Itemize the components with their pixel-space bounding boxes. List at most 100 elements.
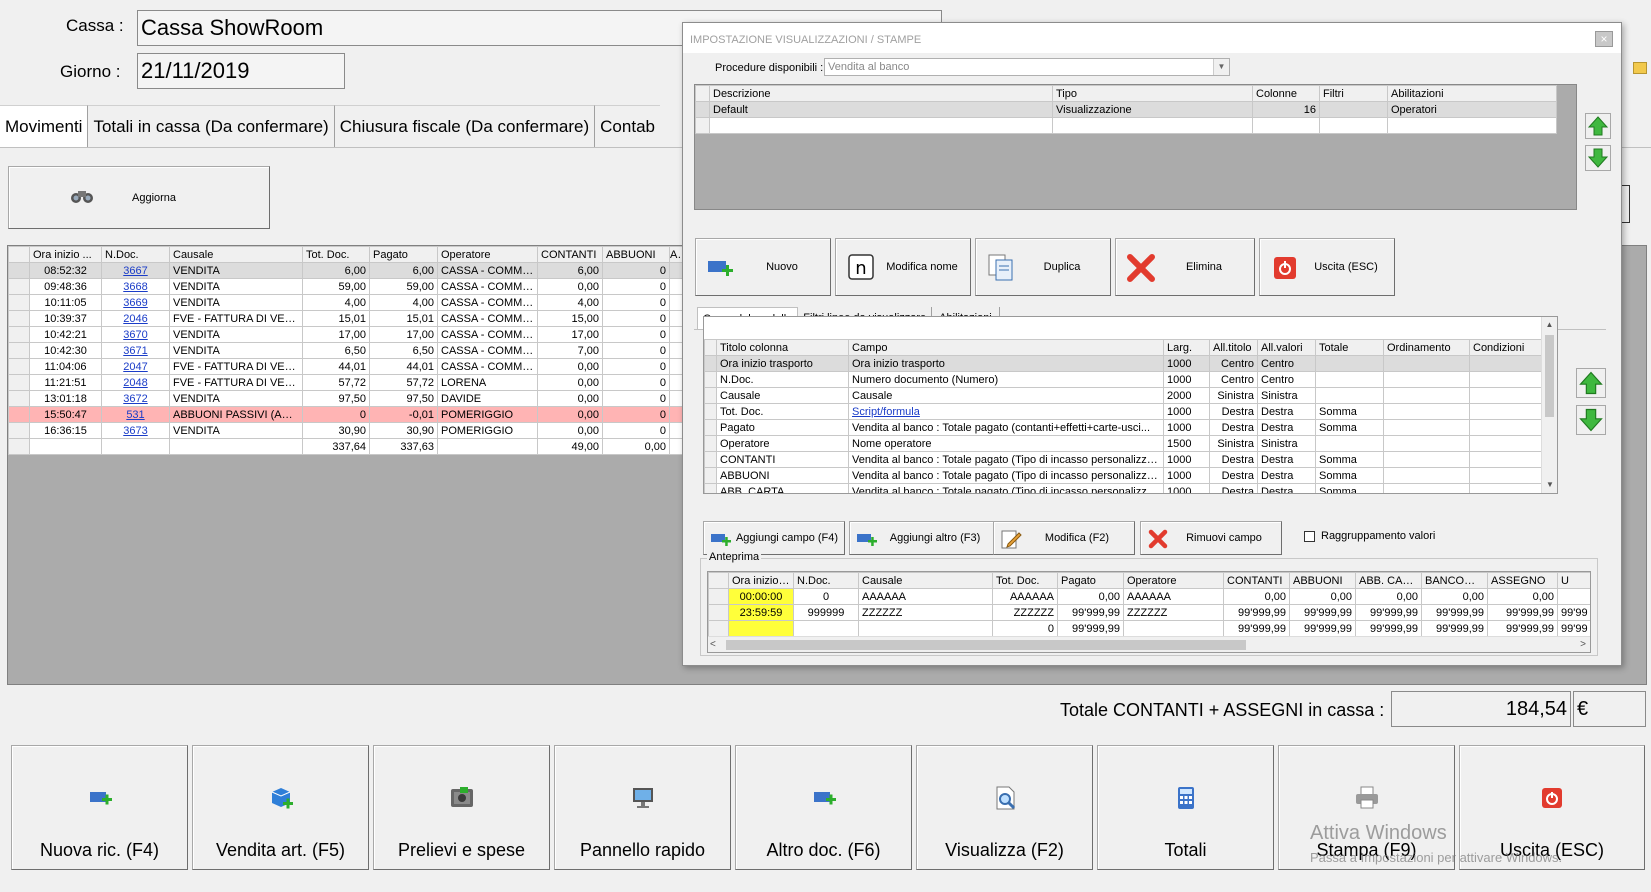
table-row[interactable]: 0 99'999,99 99'999,99 99'999,99 99'999,99 99'… <box>708 620 1590 637</box>
procedure-select[interactable]: Vendita al banco ▼ <box>824 58 1230 76</box>
scroll-right-icon[interactable]: > <box>1580 637 1586 652</box>
chevron-down-icon[interactable]: ▼ <box>1213 59 1229 75</box>
col-contanti[interactable]: CONTANTI <box>1223 572 1290 589</box>
duplica-button[interactable]: Duplica <box>975 238 1111 296</box>
col-u[interactable]: U <box>1557 572 1590 589</box>
col-abbuoni[interactable]: ABBUONI <box>602 246 670 263</box>
col-colonne[interactable]: Colonne <box>1252 85 1320 102</box>
table-row[interactable]: 13:01:18 3672 VENDITA 97,50 97,50 DAVIDE 0,00 0 <box>8 390 685 407</box>
scroll-left-icon[interactable]: < <box>710 637 716 652</box>
table-row[interactable]: 16:36:15 3673 VENDITA 30,90 30,90 POMERIGGIO 0… <box>8 422 685 439</box>
doc-link[interactable]: 531 <box>101 406 170 423</box>
prelievi-button[interactable]: Prelievi e spese <box>373 745 550 870</box>
table-row[interactable]: 23:59:59 999999 ZZZZZZ ZZZZZZ 99'999,99 ZZZZZ… <box>708 604 1590 621</box>
col-assegno[interactable]: ASSEGNO <box>1487 572 1558 589</box>
table-row[interactable]: 10:42:30 3671 VENDITA 6,50 6,50 CASSA - COMME… <box>8 342 685 359</box>
nuovo-button[interactable]: Nuovo <box>695 238 831 296</box>
col-ndoc[interactable]: N.Doc. <box>793 572 859 589</box>
modifica-campo-button[interactable]: Modifica (F2) <box>993 521 1135 555</box>
field-move-down-button[interactable] <box>1576 405 1606 435</box>
tab-chiusura[interactable]: Chiusura fiscale (Da confermare) <box>334 105 596 147</box>
col-operatore[interactable]: Operatore <box>1123 572 1224 589</box>
col-contanti[interactable]: CONTANTI <box>537 246 603 263</box>
col-totdoc[interactable]: Tot. Doc. <box>992 572 1058 589</box>
dialog-uscita-button[interactable]: Uscita (ESC) <box>1259 238 1395 296</box>
table-row[interactable]: Pagato Vendita al banco : Totale pagato (… <box>704 419 1544 436</box>
table-row[interactable]: 00:00:00 0 AAAAAA AAAAAA 0,00 AAAAAA 0,00 0,00 0… <box>708 588 1590 605</box>
aggiungi-altro-button[interactable]: Aggiungi altro (F3) <box>849 521 995 555</box>
field-move-up-button[interactable] <box>1576 368 1606 398</box>
totali-button[interactable]: Totali <box>1097 745 1274 870</box>
tab-totali[interactable]: Totali in cassa (Da confermare) <box>88 105 335 147</box>
table-row[interactable]: CONTANTI Vendita al banco : Totale pagato… <box>704 451 1544 468</box>
aggiorna-button[interactable]: Aggiorna <box>8 166 270 229</box>
col-ora[interactable]: Ora inizio ... <box>728 572 794 589</box>
aggiungi-campo-button[interactable]: Aggiungi campo (F4) <box>703 521 845 555</box>
table-row[interactable]: N.Doc. Numero documento (Numero) 1000 Centr… <box>704 371 1544 388</box>
table-row[interactable]: 10:39:37 2046 FVE - FATTURA DI VEN... 15,01… <box>8 310 685 327</box>
doc-link[interactable]: 3668 <box>101 278 170 295</box>
table-row[interactable]: 11:21:51 2048 FVE - FATTURA DI VEN... 57,72… <box>8 374 685 391</box>
scroll-up-icon[interactable]: ▲ <box>1542 317 1557 333</box>
vendita-art-button[interactable]: Vendita art. (F5) <box>192 745 369 870</box>
col-abbuoni[interactable]: ABBUONI <box>1289 572 1356 589</box>
scroll-thumb[interactable] <box>1545 335 1554 417</box>
col-ordinamento[interactable]: Ordinamento <box>1383 339 1470 356</box>
col-alltitolo[interactable]: All.titolo <box>1209 339 1258 356</box>
pannello-rapido-button[interactable]: Pannello rapido <box>554 745 731 870</box>
folder-icon[interactable] <box>1633 62 1647 74</box>
rimuovi-campo-button[interactable]: Rimuovi campo <box>1140 521 1282 555</box>
doc-link[interactable]: 2046 <box>101 310 170 327</box>
table-row[interactable]: 15:50:47 531 ABBUONI PASSIVI (ARR... 0 -0,01… <box>8 406 685 423</box>
altro-doc-button[interactable]: Altro doc. (F6) <box>735 745 912 870</box>
preview-hscrollbar[interactable]: < > <box>708 636 1590 652</box>
table-row[interactable]: Operatore Nome operatore 1500 Sinistra Sinis… <box>704 435 1544 452</box>
col-larg[interactable]: Larg. <box>1163 339 1210 356</box>
doc-link[interactable]: 2047 <box>101 358 170 375</box>
table-row[interactable]: ABB. CARTA Vendita al banco : Totale paga… <box>704 483 1544 493</box>
col-campo[interactable]: Campo <box>848 339 1164 356</box>
col-titolo[interactable]: Titolo colonna <box>716 339 849 356</box>
table-row[interactable]: 10:11:05 3669 VENDITA 4,00 4,00 CASSA - COMME… <box>8 294 685 311</box>
col-causale[interactable]: Causale <box>858 572 993 589</box>
col-pagato[interactable]: Pagato <box>1057 572 1124 589</box>
scroll-thumb[interactable] <box>726 640 1246 650</box>
doc-link[interactable]: 3670 <box>101 326 170 343</box>
modifica-nome-button[interactable]: n Modifica nome <box>835 238 971 296</box>
table-row[interactable] <box>695 117 1557 134</box>
table-row[interactable]: Causale Causale 2000 Sinistra Sinistra <box>704 387 1544 404</box>
col-bancomat[interactable]: BANCOMAT <box>1421 572 1488 589</box>
col-totdoc[interactable]: Tot. Doc. <box>302 246 370 263</box>
raggruppamento-checkbox[interactable] <box>1304 531 1315 542</box>
col-ora[interactable]: Ora inizio ... <box>29 246 102 263</box>
giorno-field[interactable]: 21/11/2019 <box>137 53 345 89</box>
tab-contab[interactable]: Contab <box>595 105 660 147</box>
col-abilitazioni[interactable]: Abilitazioni <box>1387 85 1557 102</box>
doc-link[interactable]: 3669 <box>101 294 170 311</box>
doc-link[interactable]: 3671 <box>101 342 170 359</box>
table-row[interactable]: 08:52:32 3667 VENDITA 6,00 6,00 CASSA - COMME… <box>8 262 685 279</box>
doc-link[interactable]: 3672 <box>101 390 170 407</box>
table-row[interactable]: Tot. Doc. Script/formula 1000 Destra Destra S… <box>704 403 1544 420</box>
col-pagato[interactable]: Pagato <box>369 246 438 263</box>
col-tipo[interactable]: Tipo <box>1052 85 1253 102</box>
tab-movimenti[interactable]: Movimenti <box>0 105 89 147</box>
formula-link[interactable]: Script/formula <box>848 403 1164 420</box>
col-filtri[interactable]: Filtri <box>1319 85 1388 102</box>
col-abbcarta[interactable]: ABB. CARTA <box>1355 572 1422 589</box>
col-allvalori[interactable]: All.valori <box>1257 339 1316 356</box>
fields-scrollbar[interactable]: ▲ ▼ <box>1541 317 1557 493</box>
table-row[interactable]: Ora inizio trasporto Ora inizio trasporto… <box>704 355 1544 372</box>
col-condizioni[interactable]: Condizioni <box>1469 339 1544 356</box>
table-row[interactable]: Default Visualizzazione 16 Operatori <box>695 101 1557 118</box>
table-row[interactable]: 10:42:21 3670 VENDITA 17,00 17,00 CASSA - COM… <box>8 326 685 343</box>
doc-link[interactable]: 3673 <box>101 422 170 439</box>
doc-link[interactable]: 2048 <box>101 374 170 391</box>
col-causale[interactable]: Causale <box>169 246 303 263</box>
move-up-button[interactable] <box>1585 113 1611 139</box>
col-totale[interactable]: Totale <box>1315 339 1384 356</box>
col-descrizione[interactable]: Descrizione <box>709 85 1053 102</box>
table-row[interactable]: 11:04:06 2047 FVE - FATTURA DI VEN... 44,01… <box>8 358 685 375</box>
visualizza-button[interactable]: Visualizza (F2) <box>916 745 1093 870</box>
doc-link[interactable]: 3667 <box>101 262 170 279</box>
